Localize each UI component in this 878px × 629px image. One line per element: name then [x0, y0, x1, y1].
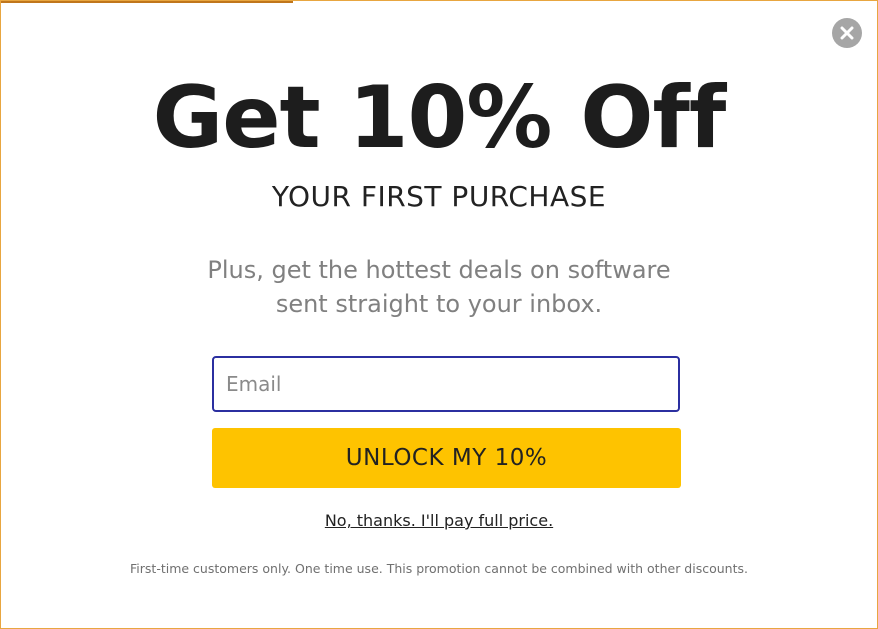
pitch-text: Plus, get the hottest deals on software … — [1, 253, 877, 321]
close-icon — [840, 26, 854, 40]
pitch-line-1: Plus, get the hottest deals on software — [207, 256, 671, 284]
email-field[interactable] — [212, 356, 680, 412]
close-button[interactable] — [832, 18, 862, 48]
disclaimer-text: First-time customers only. One time use.… — [130, 561, 748, 576]
pitch-line-2: sent straight to your inbox. — [275, 290, 603, 318]
promo-popup: Get 10% Off YOUR FIRST PURCHASE Plus, ge… — [0, 0, 878, 629]
headline: Get 10% Off — [152, 68, 727, 168]
subheadline: YOUR FIRST PURCHASE — [271, 180, 607, 213]
top-accent-bar — [1, 1, 293, 3]
decline-link[interactable]: No, thanks. I'll pay full price. — [1, 509, 877, 533]
unlock-button[interactable]: UNLOCK MY 10% — [212, 428, 681, 488]
